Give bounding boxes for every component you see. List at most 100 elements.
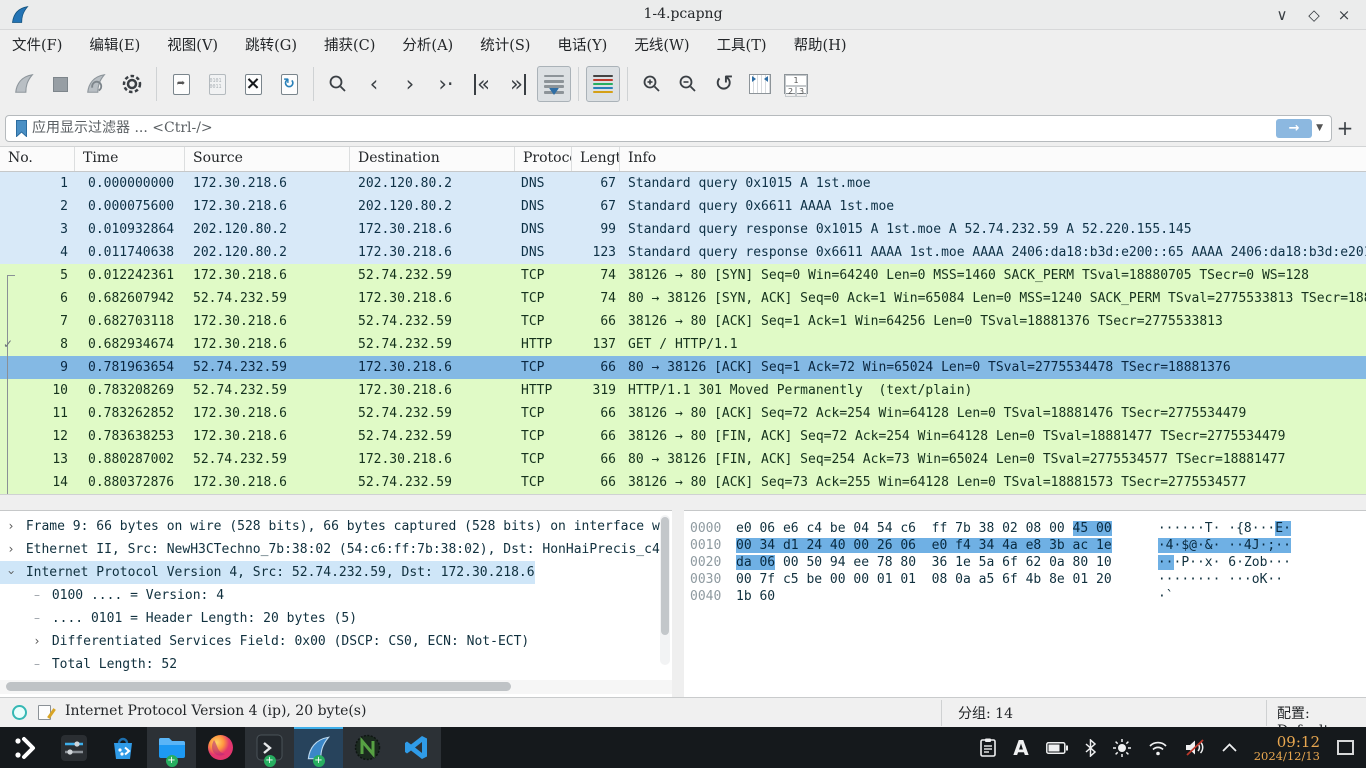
reload-file-button[interactable]: ↻ [272,66,306,102]
packet-row-8[interactable]: 80.682934674172.30.218.652.74.232.59HTTP… [0,333,1366,356]
go-to-packet-button[interactable]: ›· [429,66,463,102]
collapsed-arrow-icon[interactable]: › [4,515,18,538]
bluetooth-icon[interactable] [1085,739,1096,757]
bookmark-icon[interactable] [10,120,32,137]
collapsed-arrow-icon[interactable]: › [4,538,18,561]
expert-info-icon[interactable] [12,705,27,720]
packet-row-14[interactable]: 140.880372876172.30.218.652.74.232.59TCP… [0,471,1366,494]
layout-button[interactable]: 123 [779,66,813,102]
menu-item-3[interactable]: 跳转(G) [245,34,297,55]
packet-row-7[interactable]: 70.682703118172.30.218.652.74.232.59TCP6… [0,310,1366,333]
hex-line-0000[interactable]: 0000e0 06 e6 c4 be 04 54 c6 ff 7b 38 02 … [690,520,1366,537]
go-forward-button[interactable]: › [393,66,427,102]
column-header-lengtl[interactable]: Lengtl [572,147,620,171]
wifi-icon[interactable] [1148,740,1168,756]
packet-row-3[interactable]: 30.010932864202.120.80.2172.30.218.6DNS9… [0,218,1366,241]
clipboard-icon[interactable] [980,738,996,757]
close-file-button[interactable]: × [236,66,270,102]
firefox-button[interactable] [196,727,245,768]
hex-line-0040[interactable]: 00401b 60·` [690,588,1366,605]
start-capture-button[interactable] [7,66,41,102]
clock[interactable]: 09:12 2024/12/13 [1254,734,1320,762]
detail-horizontal-scrollbar[interactable] [0,680,672,694]
packet-row-1[interactable]: 10.000000000172.30.218.6202.120.80.2DNS6… [0,172,1366,195]
packet-row-2[interactable]: 20.000075600172.30.218.6202.120.80.2DNS6… [0,195,1366,218]
collapsed-arrow-icon[interactable]: › [30,630,44,653]
menu-item-5[interactable]: 分析(A) [402,34,453,55]
column-header-no[interactable]: No. [0,147,75,171]
capture-options-button[interactable] [115,66,149,102]
konsole-button[interactable]: + [245,727,294,768]
detail-vertical-scrollbar[interactable] [660,515,670,665]
column-header-source[interactable]: Source [185,147,350,171]
menu-item-2[interactable]: 视图(V) [167,34,218,55]
menu-item-8[interactable]: 无线(W) [634,34,689,55]
column-header-protocol[interactable]: Protocol [515,147,572,171]
zoom-out-button[interactable] [671,66,705,102]
display-filter-input[interactable] [32,120,1276,136]
pane-splitter[interactable] [0,494,1366,510]
menu-item-9[interactable]: 工具(T) [717,34,767,55]
hex-line-0030[interactable]: 003000 7f c5 be 00 00 01 01 08 0a a5 6f … [690,571,1366,588]
column-header-info[interactable]: Info [620,147,1366,171]
last-packet-button[interactable]: » [501,66,535,102]
expanded-arrow-icon[interactable]: › [0,566,23,580]
packet-row-11[interactable]: 110.783262852172.30.218.652.74.232.59TCP… [0,402,1366,425]
colorize-button[interactable] [586,66,620,102]
detail-line-4[interactable]: – .... 0101 = Header Length: 20 bytes (5… [0,607,672,630]
zoom-reset-button[interactable]: ↺ [707,66,741,102]
first-packet-button[interactable]: « [465,66,499,102]
packet-row-4[interactable]: 40.011740638202.120.80.2172.30.218.6DNS1… [0,241,1366,264]
vscode-button[interactable] [392,727,441,768]
minimize-button[interactable]: ∨ [1270,4,1294,26]
detail-line-1[interactable]: › Ethernet II, Src: NewH3CTechno_7b:38:0… [0,538,672,561]
neovim-button[interactable] [343,727,392,768]
auto-scroll-button[interactable] [537,66,571,102]
menu-item-10[interactable]: 帮助(H) [794,34,847,55]
add-filter-button[interactable]: + [1332,116,1358,140]
capture-comment-icon[interactable] [38,705,51,720]
restart-capture-button[interactable] [79,66,113,102]
discover-button[interactable] [98,727,147,768]
app-launcher-button[interactable] [0,727,49,768]
menu-item-0[interactable]: 文件(F) [12,34,62,55]
detail-line-3[interactable]: – 0100 .... = Version: 4 [0,584,672,607]
maximize-button[interactable]: ◇ [1302,4,1326,26]
packet-row-5[interactable]: 50.012242361172.30.218.652.74.232.59TCP7… [0,264,1366,287]
menu-item-7[interactable]: 电话(Y) [557,34,607,55]
hex-line-0020[interactable]: 0020da 06 00 50 94 ee 78 80 36 1e 5a 6f … [690,554,1366,571]
tray-expand-caret-icon[interactable] [1222,743,1237,752]
menu-item-6[interactable]: 统计(S) [480,34,530,55]
detail-line-0[interactable]: › Frame 9: 66 bytes on wire (528 bits), … [0,515,672,538]
save-file-button[interactable]: 0101 0011 [200,66,234,102]
detail-line-2[interactable]: › Internet Protocol Version 4, Src: 52.7… [0,561,672,584]
find-packet-button[interactable] [321,66,355,102]
file-manager-button[interactable]: + [147,727,196,768]
packet-row-6[interactable]: 60.68260794252.74.232.59172.30.218.6TCP7… [0,287,1366,310]
go-back-button[interactable]: ‹ [357,66,391,102]
filter-dropdown-arrow-icon[interactable]: ▼ [1316,123,1323,133]
column-header-time[interactable]: Time [75,147,185,171]
open-file-button[interactable]: ➦ [164,66,198,102]
brightness-icon[interactable] [1113,739,1131,757]
packet-detail-pane[interactable]: › Frame 9: 66 bytes on wire (528 bits), … [0,510,672,697]
packet-row-12[interactable]: 120.783638253172.30.218.652.74.232.59TCP… [0,425,1366,448]
packet-row-13[interactable]: 130.88028700252.74.232.59172.30.218.6TCP… [0,448,1366,471]
keyboard-layout-icon[interactable]: A [1013,738,1028,758]
close-button[interactable]: × [1332,4,1356,26]
volume-muted-icon[interactable] [1185,739,1205,756]
packet-row-10[interactable]: 100.78320826952.74.232.59172.30.218.6HTT… [0,379,1366,402]
menu-item-1[interactable]: 编辑(E) [89,34,140,55]
stop-capture-button[interactable] [43,66,77,102]
battery-icon[interactable] [1046,742,1068,754]
packet-list[interactable]: ✓ 10.000000000172.30.218.6202.120.80.2DN… [0,172,1366,494]
detail-line-5[interactable]: › Differentiated Services Field: 0x00 (D… [0,630,672,653]
detail-line-6[interactable]: – Total Length: 52 [0,653,672,676]
menu-item-4[interactable]: 捕获(C) [324,34,375,55]
system-settings-button[interactable] [49,727,98,768]
hex-dump-pane[interactable]: 0000e0 06 e6 c4 be 04 54 c6 ff 7b 38 02 … [684,510,1366,697]
resize-columns-button[interactable] [743,66,777,102]
apply-filter-button[interactable]: → [1276,119,1312,138]
show-desktop-button[interactable] [1337,740,1354,755]
hex-line-0010[interactable]: 001000 34 d1 24 40 00 26 06 e0 f4 34 4a … [690,537,1366,554]
